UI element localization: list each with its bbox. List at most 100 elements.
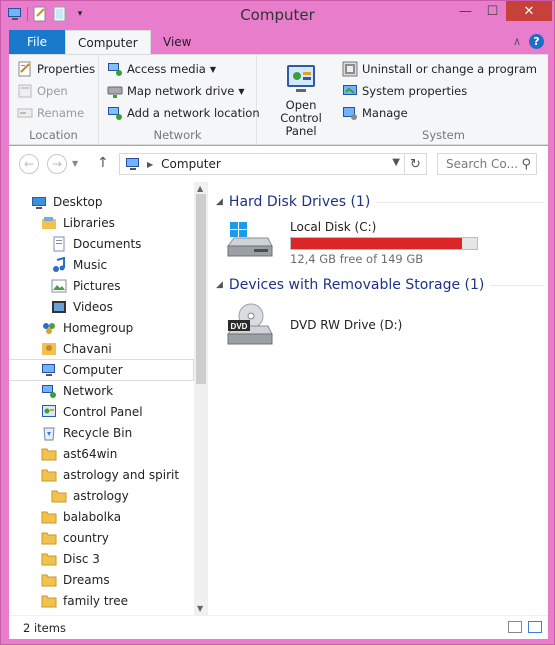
refresh-button[interactable]: ↻ xyxy=(404,154,426,174)
local-disk-free-space: 12,4 GB free of 149 GB xyxy=(290,252,424,266)
back-button[interactable]: ← xyxy=(19,154,39,174)
drive-dvd-rw[interactable]: DVD DVD RW Drive (D:) xyxy=(224,302,402,348)
rename-button[interactable]: Rename xyxy=(17,105,84,121)
address-bar[interactable]: ▶ Computer ▼ ↻ xyxy=(119,153,427,175)
system-properties-button[interactable]: System properties xyxy=(342,83,467,99)
nav-item-label: country xyxy=(63,531,109,545)
nav-item-ast64win[interactable]: ast64win xyxy=(9,444,193,464)
folder-icon xyxy=(41,446,57,462)
dropdown-arrow-icon: ▼ xyxy=(209,64,216,74)
search-icon: ⚲ xyxy=(521,157,531,172)
section-removable-storage[interactable]: ◢ Devices with Removable Storage (1) xyxy=(216,277,544,293)
maximize-button[interactable]: ☐ xyxy=(479,1,506,21)
folder-icon xyxy=(41,593,57,609)
nav-item-homegroup[interactable]: Homegroup xyxy=(9,318,193,338)
tab-file[interactable]: File xyxy=(9,30,65,54)
dvd-drive-details: DVD RW Drive (D:) xyxy=(290,302,402,348)
address-dropdown-icon[interactable]: ▼ xyxy=(392,157,400,168)
open-control-panel-button[interactable]: Open Control Panel xyxy=(261,63,341,138)
forward-button[interactable]: → xyxy=(47,154,67,174)
help-icon[interactable]: ? xyxy=(529,34,544,49)
up-button[interactable]: ↑ xyxy=(97,155,109,171)
nav-item-control-panel[interactable]: Control Panel xyxy=(9,402,193,422)
uninstall-icon xyxy=(342,61,358,77)
nav-item-computer[interactable]: Computer xyxy=(9,359,194,381)
map-network-drive-button[interactable]: Map network drive ▼ xyxy=(107,83,245,99)
drive-local-disk[interactable]: Local Disk (C:) 12,4 GB free of 149 GB xyxy=(224,220,478,266)
ribbon-right-controls: ∧ ? xyxy=(513,34,544,49)
nav-item-label: Videos xyxy=(73,300,113,314)
dvd-drive-name: DVD RW Drive (D:) xyxy=(290,318,403,332)
network-location-icon xyxy=(107,105,123,121)
collapse-ribbon-chevron-icon[interactable]: ∧ xyxy=(513,35,521,48)
details-view-icon[interactable] xyxy=(508,621,522,633)
nav-item-label: astrology and spirit xyxy=(63,468,180,482)
breadcrumb-computer[interactable]: Computer xyxy=(161,157,221,171)
user-icon xyxy=(41,341,57,357)
scrollbar-thumb[interactable] xyxy=(196,194,206,384)
nav-item-desktop[interactable]: Desktop xyxy=(9,192,193,212)
nav-item-label: Homegroup xyxy=(63,321,134,335)
nav-item-pictures[interactable]: Pictures xyxy=(9,276,193,296)
nav-item-network[interactable]: Network xyxy=(9,381,193,401)
view-switcher xyxy=(508,621,542,633)
nav-item-dreams[interactable]: Dreams xyxy=(9,570,193,590)
local-disk-details: Local Disk (C:) 12,4 GB free of 149 GB xyxy=(290,220,478,266)
scroll-down-icon[interactable]: ▼ xyxy=(197,604,203,613)
nav-item-astrology-and-spirit[interactable]: astrology and spirit xyxy=(9,465,193,485)
computer-location-icon xyxy=(125,156,141,172)
section-title-hdd: Hard Disk Drives (1) xyxy=(228,194,371,210)
nav-item-videos[interactable]: Videos xyxy=(9,297,193,317)
add-network-location-button[interactable]: Add a network location xyxy=(107,105,260,121)
large-icons-view-icon[interactable] xyxy=(528,621,542,633)
nav-item-label: Dreams xyxy=(63,573,110,587)
recent-locations-dropdown[interactable]: ▼ xyxy=(72,159,78,168)
nav-item-balabolka[interactable]: balabolka xyxy=(9,507,193,527)
network-icon xyxy=(41,383,57,399)
nav-item-label: Control Panel xyxy=(63,405,143,419)
explorer-window: ▾ Computer — ☐ ✕ File Computer View ∧ ? … xyxy=(0,0,555,645)
nav-item-country[interactable]: country xyxy=(9,528,193,548)
collapse-section-icon: ◢ xyxy=(216,280,223,290)
tab-computer[interactable]: Computer xyxy=(65,30,151,55)
nav-item-family-tree[interactable]: family tree xyxy=(9,591,193,611)
ribbon: Properties Open Rename Location Access m… xyxy=(9,54,548,145)
refresh-icon: ↻ xyxy=(410,156,421,172)
nav-item-music[interactable]: Music xyxy=(9,255,193,275)
nav-item-label: Chavani xyxy=(63,342,112,356)
properties-button[interactable]: Properties xyxy=(17,61,95,77)
navigation-pane: Desktop Libraries Documents Music Pictures Vi… xyxy=(9,182,208,615)
ribbon-group-label-system: System xyxy=(422,128,465,142)
status-bar: 2 items xyxy=(9,615,548,639)
minimize-button[interactable]: — xyxy=(452,1,479,21)
search-input[interactable]: Search Co... ⚲ xyxy=(437,153,537,175)
access-media-icon xyxy=(107,61,123,77)
documents-icon xyxy=(51,236,67,252)
uninstall-program-button[interactable]: Uninstall or change a program xyxy=(342,61,537,77)
recycle-bin-icon xyxy=(41,425,57,441)
homegroup-icon xyxy=(41,320,57,336)
libraries-icon xyxy=(41,215,57,231)
manage-button[interactable]: Manage xyxy=(342,105,408,121)
nav-item-libraries[interactable]: Libraries xyxy=(9,213,193,233)
access-media-button[interactable]: Access media ▼ xyxy=(107,61,216,77)
nav-item-recycle-bin[interactable]: Recycle Bin xyxy=(9,423,193,443)
open-button[interactable]: Open xyxy=(17,83,68,99)
folder-icon xyxy=(41,572,57,588)
nav-item-documents[interactable]: Documents xyxy=(9,234,193,254)
desktop-icon xyxy=(31,194,47,210)
section-hard-disk-drives[interactable]: ◢ Hard Disk Drives (1) xyxy=(216,194,544,210)
nav-item-chavani[interactable]: Chavani xyxy=(9,339,193,359)
address-row: ← → ▼ ↑ ▶ Computer ▼ ↻ Search Co... ⚲ xyxy=(9,146,548,182)
folder-icon xyxy=(41,467,57,483)
tab-view[interactable]: View xyxy=(151,30,203,54)
local-disk-name: Local Disk (C:) xyxy=(290,220,377,234)
scroll-up-icon[interactable]: ▲ xyxy=(197,184,203,193)
network-drive-icon xyxy=(107,83,123,99)
ribbon-group-label-network: Network xyxy=(153,128,202,142)
close-button[interactable]: ✕ xyxy=(506,1,552,21)
nav-item-disc-3[interactable]: Disc 3 xyxy=(9,549,193,569)
navigation-scrollbar[interactable]: ▲ ▼ xyxy=(194,182,208,615)
nav-item-astrology[interactable]: astrology xyxy=(9,486,193,506)
section-title-removable: Devices with Removable Storage (1) xyxy=(228,277,485,293)
